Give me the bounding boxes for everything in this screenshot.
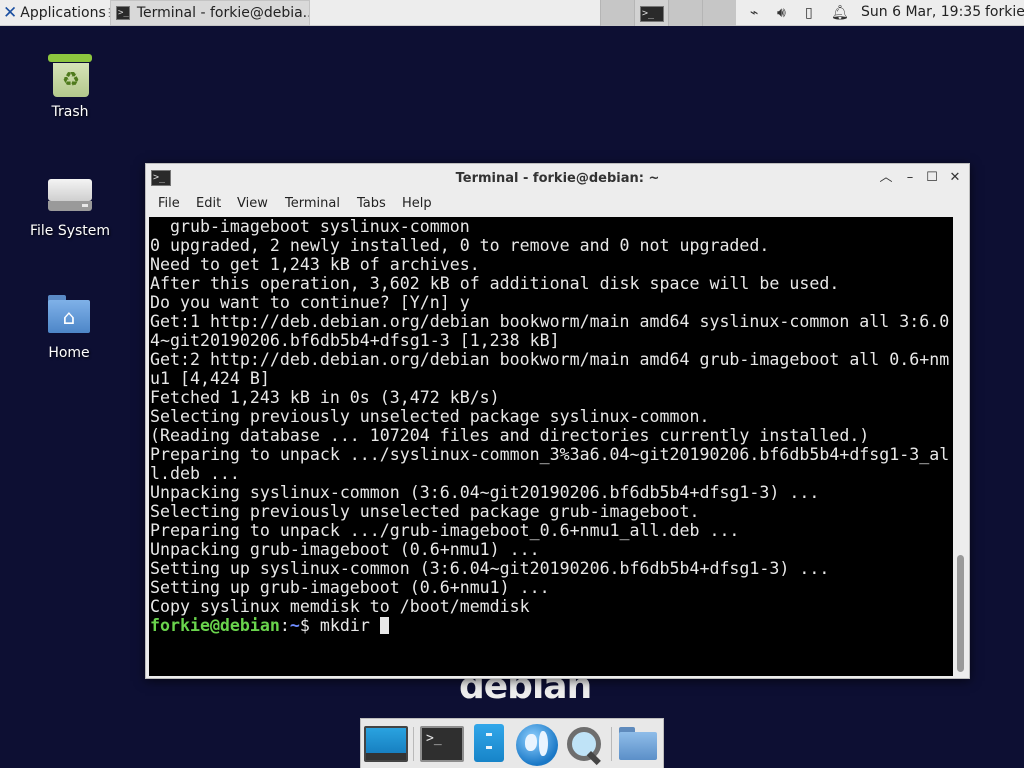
terminal-line: Setting up syslinux-common (3:6.04~git20… (150, 559, 830, 578)
taskbar-terminal-button[interactable]: >_ Terminal - forkie@debia... (110, 0, 310, 26)
battery-icon[interactable]: ▯ (805, 5, 813, 21)
dock: >_ (360, 718, 664, 768)
applications-menu-button[interactable]: ✕ Applications ☰ (0, 0, 119, 26)
workspace-1[interactable] (600, 0, 634, 26)
terminal-line: Get:2 http://deb.debian.org/debian bookw… (150, 350, 950, 369)
terminal-lines: grub-imageboot syslinux-common 0 upgrade… (150, 217, 949, 616)
terminal-line: Setting up grub-imageboot (0.6+nmu1) ... (150, 578, 550, 597)
prompt-path: ~ (289, 616, 300, 635)
dock-separator (413, 727, 414, 761)
desktop-icon-file-system[interactable]: File System (25, 174, 115, 239)
terminal-text: grub-imageboot syslinux-common 0 upgrade… (150, 217, 949, 635)
terminal-line: After this operation, 3,602 kB of additi… (150, 274, 840, 293)
text-cursor (379, 617, 389, 634)
terminal-line: Do you want to continue? [Y/n] y (150, 293, 470, 312)
user-menu[interactable]: forkie (985, 4, 1024, 20)
notifications-icon[interactable]: 🔔︎ (831, 5, 849, 21)
trash-icon: ♻ (48, 54, 92, 98)
dock-separator (611, 727, 612, 761)
menu-bar: File Edit View Terminal Tabs Help (146, 192, 969, 216)
applications-label: Applications (20, 5, 106, 21)
xfce-logo-icon: ✕ (3, 3, 18, 23)
shade-button[interactable]: ︿ (877, 169, 895, 187)
desktop-icon-label: Trash (51, 104, 89, 120)
top-panel: ✕ Applications ☰ >_ Terminal - forkie@de… (0, 0, 1024, 26)
web-browser-launcher-icon[interactable] (516, 724, 558, 766)
terminal-line: 0 upgraded, 2 newly installed, 0 to remo… (150, 236, 770, 255)
show-desktop-icon[interactable] (364, 726, 408, 762)
taskbar-label: Terminal - forkie@debia... (136, 5, 310, 21)
terminal-line: l.deb ... (150, 464, 240, 483)
scrollbar-thumb[interactable] (957, 555, 964, 672)
prompt-user: forkie@debian (150, 616, 280, 635)
terminal-line: Selecting previously unselected package … (150, 502, 700, 521)
hard-drive-icon (48, 179, 92, 213)
minimize-button[interactable]: – (901, 169, 919, 187)
file-manager-launcher-icon[interactable] (474, 724, 504, 762)
window-titlebar[interactable]: >_ Terminal - forkie@debian: ~ ︿ – ☐ ✕ (146, 164, 969, 192)
terminal-line: grub-imageboot syslinux-common (169, 217, 470, 236)
clock[interactable]: Sun 6 Mar, 19:35 (861, 4, 981, 20)
terminal-line: Need to get 1,243 kB of archives. (150, 255, 480, 274)
workspace-terminal-icon: >_ (640, 6, 664, 22)
menu-tabs[interactable]: Tabs (357, 196, 386, 211)
terminal-line: Unpacking syslinux-common (3:6.04~git201… (150, 483, 820, 502)
terminal-window: >_ Terminal - forkie@debian: ~ ︿ – ☐ ✕ F… (145, 163, 970, 679)
workspace-4[interactable] (702, 0, 736, 26)
desktop-icon-label: File System (29, 223, 111, 239)
menu-help[interactable]: Help (402, 196, 432, 211)
network-icon[interactable]: ⌁ (750, 5, 758, 21)
window-title: Terminal - forkie@debian: ~ (455, 171, 660, 186)
terminal-line: Selecting previously unselected package … (150, 407, 710, 426)
desktop-icon-label: Home (48, 345, 90, 361)
workspace-2[interactable]: >_ (634, 0, 668, 26)
folder-launcher-icon[interactable] (617, 727, 659, 763)
terminal-line: Preparing to unpack .../grub-imageboot_0… (150, 521, 740, 540)
desktop-icon-trash[interactable]: ♻ Trash (25, 54, 115, 120)
maximize-button[interactable]: ☐ (923, 169, 941, 187)
home-folder-icon: ⌂ (48, 295, 90, 333)
workspace-3[interactable] (668, 0, 702, 26)
terminal-line: Fetched 1,243 kB in 0s (3,472 kB/s) (150, 388, 500, 407)
menu-terminal[interactable]: Terminal (285, 196, 340, 211)
prompt-symbol: $ (299, 616, 320, 635)
scrollbar[interactable] (953, 217, 969, 676)
terminal-line: Copy syslinux memdisk to /boot/memdisk (150, 597, 530, 616)
terminal-output[interactable]: grub-imageboot syslinux-common 0 upgrade… (149, 217, 953, 676)
app-finder-launcher-icon[interactable] (564, 724, 606, 766)
close-button[interactable]: ✕ (946, 169, 964, 187)
menu-file[interactable]: File (158, 196, 180, 211)
terminal-icon: >_ (116, 6, 130, 20)
terminal-line: 4~git20190206.bf6db5b4+dfsg1-3 [1,238 kB… (150, 331, 560, 350)
terminal-line: u1 [4,424 B] (150, 369, 270, 388)
terminal-line: Get:1 http://deb.debian.org/debian bookw… (150, 312, 950, 331)
volume-icon[interactable]: 🔊︎ (777, 5, 786, 21)
menu-edit[interactable]: Edit (196, 196, 221, 211)
terminal-launcher-icon[interactable]: >_ (420, 726, 464, 762)
prompt-separator: : (279, 616, 290, 635)
terminal-line: Preparing to unpack .../syslinux-common_… (150, 445, 950, 464)
terminal-line: (Reading database ... 107204 files and d… (150, 426, 870, 445)
terminal-line: Unpacking grub-imageboot (0.6+nmu1) ... (150, 540, 540, 559)
command-input[interactable]: mkdir (320, 616, 380, 635)
menu-view[interactable]: View (237, 196, 268, 211)
desktop-icon-home[interactable]: ⌂ Home (24, 295, 114, 361)
